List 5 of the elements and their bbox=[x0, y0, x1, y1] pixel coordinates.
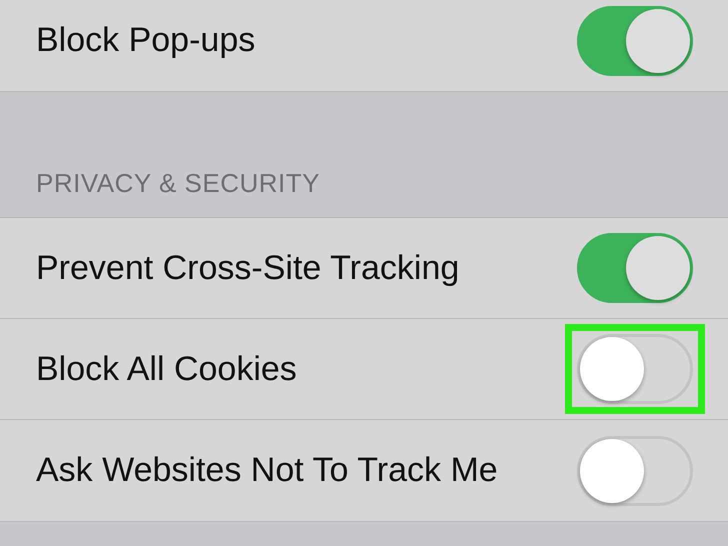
row-label: Block Pop-ups bbox=[36, 21, 256, 60]
row-label: Block All Cookies bbox=[36, 350, 297, 388]
row-label: Ask Websites Not To Track Me bbox=[36, 451, 498, 490]
section-header: PRIVACY & SECURITY bbox=[36, 168, 320, 199]
row-label: Prevent Cross-Site Tracking bbox=[36, 248, 460, 288]
